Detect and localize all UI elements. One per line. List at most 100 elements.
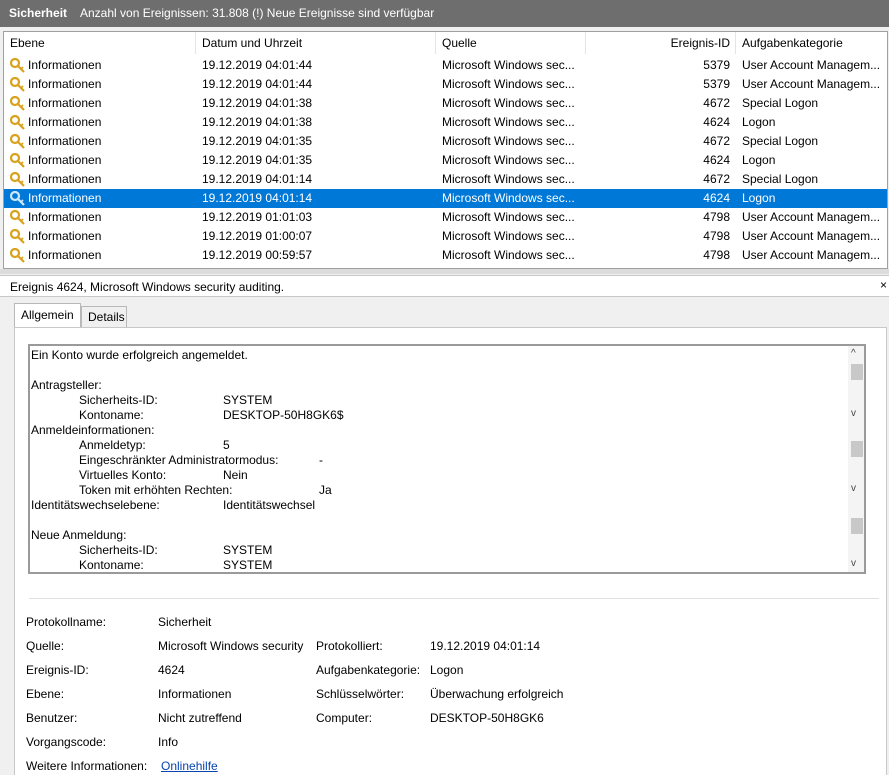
cell-source: Microsoft Windows sec... — [442, 153, 575, 167]
key-icon — [9, 76, 26, 92]
cell-level: Informationen — [28, 153, 102, 167]
scroll-down-icon[interactable]: v — [851, 558, 856, 569]
scroll-down-icon[interactable]: v — [851, 483, 856, 494]
table-row[interactable]: Informationen 19.12.2019 04:01:38 Microsof… — [4, 113, 887, 132]
cell-level: Informationen — [28, 248, 102, 262]
table-row[interactable]: Informationen 19.12.2019 04:01:14 Microsof… — [4, 170, 887, 189]
cell-level: Informationen — [28, 172, 102, 186]
column-header-source[interactable]: Quelle — [436, 32, 586, 54]
description-label: Antragsteller: — [31, 378, 102, 392]
description-value: Identitätswechsel — [223, 498, 316, 512]
description-label: Eingeschränkter Administratormodus: — [79, 453, 279, 467]
benutzer-label: Benutzer: — [26, 711, 78, 725]
key-icon — [9, 171, 26, 187]
cell-category: User Account Managem... — [742, 248, 881, 262]
cell-level: Informationen — [28, 96, 102, 110]
description-value: SYSTEM — [223, 543, 273, 557]
cell-event-id: 4798 — [703, 229, 730, 243]
key-icon — [9, 57, 26, 73]
cell-event-id: 4798 — [703, 210, 730, 224]
cell-date: 19.12.2019 00:59:57 — [202, 248, 313, 262]
ereignisid-label: Ereignis-ID: — [26, 663, 89, 677]
scrollbar-thumb[interactable] — [851, 364, 863, 380]
online-help-link[interactable]: Onlinehilfe — [161, 759, 218, 773]
log-title-bar: Sicherheit Anzahl von Ereignissen: 31.80… — [0, 0, 889, 27]
cell-category: User Account Managem... — [742, 229, 881, 243]
cell-source: Microsoft Windows sec... — [442, 115, 575, 129]
cell-event-id: 5379 — [703, 58, 730, 72]
table-row[interactable]: Informationen 19.12.2019 04:01:35 Microsof… — [4, 151, 887, 170]
table-row[interactable]: Informationen 19.12.2019 04:01:38 Microsof… — [4, 94, 887, 113]
vorgang-label: Vorgangscode: — [26, 735, 107, 749]
tab-details[interactable]: Details — [81, 306, 127, 328]
cell-date: 19.12.2019 04:01:44 — [202, 58, 313, 72]
description-label: Kontoname: — [79, 558, 144, 572]
event-list[interactable]: Ebene Datum und Uhrzeit Quelle Ereignis-… — [3, 31, 888, 269]
cell-category: Logon — [742, 115, 776, 129]
scrollbar-thumb[interactable] — [851, 518, 863, 534]
pane-splitter[interactable] — [0, 269, 889, 274]
cell-category: User Account Managem... — [742, 210, 881, 224]
kategorie-value: Logon — [430, 663, 464, 677]
column-header-category[interactable]: Aufgabenkategorie — [736, 32, 887, 54]
table-row[interactable]: Informationen 19.12.2019 01:01:03 Microsof… — [4, 208, 887, 227]
scroll-down-icon[interactable]: v — [851, 408, 856, 419]
description-label: Sicherheits-ID: — [79, 393, 158, 407]
cell-event-id: 5379 — [703, 77, 730, 91]
protokollname-value: Sicherheit — [158, 615, 212, 629]
key-icon — [9, 247, 26, 263]
table-row[interactable]: Informationen 19.12.2019 04:01:44 Microsof… — [4, 75, 887, 94]
cell-event-id: 4624 — [703, 115, 730, 129]
properties-divider — [29, 598, 879, 599]
cell-event-id: 4624 — [703, 153, 730, 167]
cell-source: Microsoft Windows sec... — [442, 191, 575, 205]
key-icon — [9, 228, 26, 244]
cell-category: Special Logon — [742, 172, 819, 186]
cell-date: 19.12.2019 04:01:38 — [202, 96, 313, 110]
event-list-header: Ebene Datum und Uhrzeit Quelle Ereignis-… — [4, 32, 887, 54]
cell-source: Microsoft Windows sec... — [442, 134, 575, 148]
cell-date: 19.12.2019 04:01:14 — [202, 172, 313, 186]
table-row[interactable]: Informationen 19.12.2019 04:01:35 Microsof… — [4, 132, 887, 151]
cell-date: 19.12.2019 01:01:03 — [202, 210, 313, 224]
cell-event-id: 4672 — [703, 96, 730, 110]
column-header-level[interactable]: Ebene — [4, 32, 196, 54]
event-properties: Protokollname: Sicherheit Quelle: Micros… — [14, 576, 887, 775]
description-label: Token mit erhöhten Rechten: — [79, 483, 233, 497]
cell-date: 19.12.2019 04:01:38 — [202, 115, 313, 129]
description-value: DESKTOP-50H8GK6$ — [223, 408, 344, 422]
tab-allgemein[interactable]: Allgemein — [14, 303, 81, 328]
cell-date: 19.12.2019 01:00:07 — [202, 229, 313, 243]
column-header-date[interactable]: Datum und Uhrzeit — [196, 32, 436, 54]
table-row[interactable]: Informationen 19.12.2019 00:59:57 Microsof… — [4, 246, 887, 265]
computer-label: Computer: — [316, 711, 373, 725]
description-scrollbar[interactable]: ^ v v v — [848, 346, 864, 572]
cell-level: Informationen — [28, 229, 102, 243]
schluessel-value: Überwachung erfolgreich — [430, 687, 564, 701]
event-description-box[interactable]: Ein Konto wurde erfolgreich angemeldet. A… — [28, 344, 866, 574]
key-icon — [9, 95, 26, 111]
close-icon[interactable]: × — [880, 278, 887, 292]
cell-level: Informationen — [28, 191, 102, 205]
weitere-label: Weitere Informationen: — [26, 759, 148, 773]
cell-date: 19.12.2019 04:01:44 — [202, 77, 313, 91]
key-icon — [9, 133, 26, 149]
key-icon — [9, 190, 26, 206]
scrollbar-thumb[interactable] — [851, 441, 863, 457]
cell-level: Informationen — [28, 210, 102, 224]
key-icon — [9, 209, 26, 225]
cell-category: Special Logon — [742, 96, 819, 110]
description-label: Sicherheits-ID: — [79, 543, 158, 557]
cell-category: User Account Managem... — [742, 58, 881, 72]
cell-source: Microsoft Windows sec... — [442, 172, 575, 186]
table-row[interactable]: Informationen 19.12.2019 04:01:14 Microsof… — [4, 189, 887, 208]
description-value: SYSTEM — [223, 393, 273, 407]
scroll-up-icon[interactable]: ^ — [851, 348, 856, 359]
table-row[interactable]: Informationen 19.12.2019 04:01:44 Microsof… — [4, 56, 887, 75]
cell-date: 19.12.2019 04:01:14 — [202, 191, 313, 205]
cell-event-id: 4624 — [703, 191, 730, 205]
vorgang-value: Info — [158, 735, 179, 749]
column-header-event-id[interactable]: Ereignis-ID — [586, 32, 736, 54]
table-row[interactable]: Informationen 19.12.2019 01:00:07 Microsof… — [4, 227, 887, 246]
cell-level: Informationen — [28, 77, 102, 91]
